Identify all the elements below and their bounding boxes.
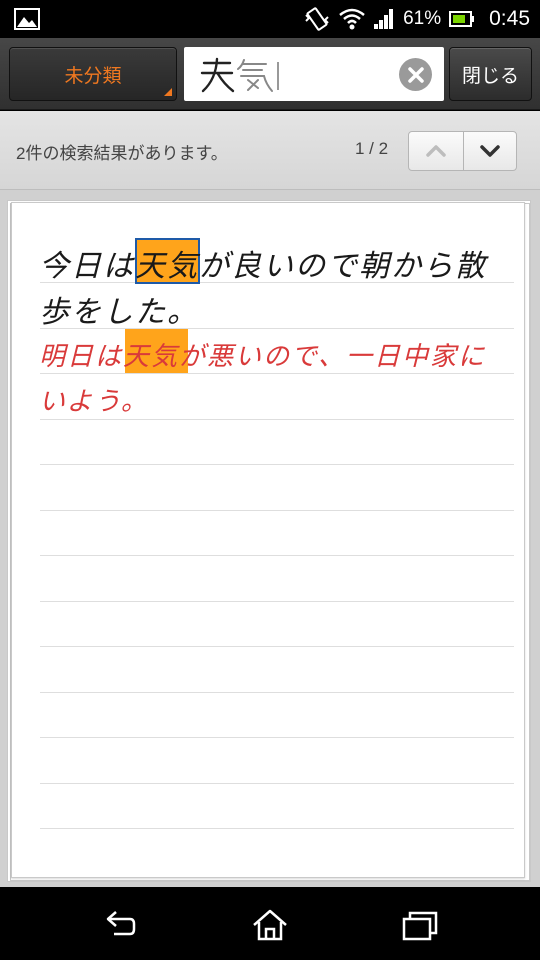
battery-icon: [449, 11, 475, 27]
signal-icon: [374, 9, 394, 29]
ruled-line: [40, 419, 514, 420]
ruled-line: [40, 828, 514, 829]
back-icon[interactable]: [100, 907, 140, 943]
ruled-line: [40, 783, 514, 784]
chevron-down-icon: [480, 145, 500, 157]
dropdown-corner-icon: [164, 88, 172, 96]
system-navigation-bar: [0, 887, 540, 960]
search-input[interactable]: [184, 47, 444, 101]
close-search-button[interactable]: 閉じる: [449, 47, 532, 101]
home-icon[interactable]: [250, 907, 290, 943]
next-result-button[interactable]: [462, 132, 517, 170]
note-line: いよう。: [39, 387, 149, 417]
search-toolbar: 未分類 閉じる: [0, 38, 540, 110]
ruled-line: [40, 601, 514, 602]
ruled-line: [40, 737, 514, 738]
result-navigation: [408, 131, 517, 171]
clock: 0:45: [489, 7, 530, 30]
ruled-line: [40, 646, 514, 647]
previous-result-button[interactable]: [409, 132, 463, 170]
search-results-bar: 2件の検索結果があります。 1 / 2: [0, 111, 540, 190]
status-bar: 61% 0:45: [0, 0, 540, 38]
note-line: 明日は天気が悪いので、一日中家に: [39, 342, 486, 372]
clear-search-icon[interactable]: [399, 58, 432, 91]
image-icon: [14, 8, 40, 30]
ruled-line: [40, 692, 514, 693]
note-line: 歩をした。: [39, 295, 199, 330]
recent-apps-icon[interactable]: [400, 907, 440, 943]
ruled-line: [40, 464, 514, 465]
ruled-line: [40, 510, 514, 511]
category-label: 未分類: [64, 65, 122, 87]
ruled-line: [40, 373, 514, 374]
vibrate-icon: [305, 7, 329, 31]
note-page[interactable]: 今日は天気が良いので朝から散 歩をした。 明日は天気が悪いので、一日中家に いよ…: [11, 202, 525, 878]
category-dropdown[interactable]: 未分類: [9, 47, 177, 101]
result-counter: 1 / 2: [355, 139, 389, 158]
ruled-line: [40, 555, 514, 556]
battery-percent: 61%: [403, 8, 442, 29]
note-viewer[interactable]: 今日は天気が良いので朝から散 歩をした。 明日は天気が悪いので、一日中家に いよ…: [0, 190, 540, 887]
note-line: 今日は天気が良いので朝から散: [39, 249, 487, 284]
handwritten-query: [200, 57, 279, 93]
chevron-up-icon: [426, 145, 446, 157]
wifi-icon: [339, 8, 365, 30]
results-message: 2件の検索結果があります。: [16, 144, 228, 163]
